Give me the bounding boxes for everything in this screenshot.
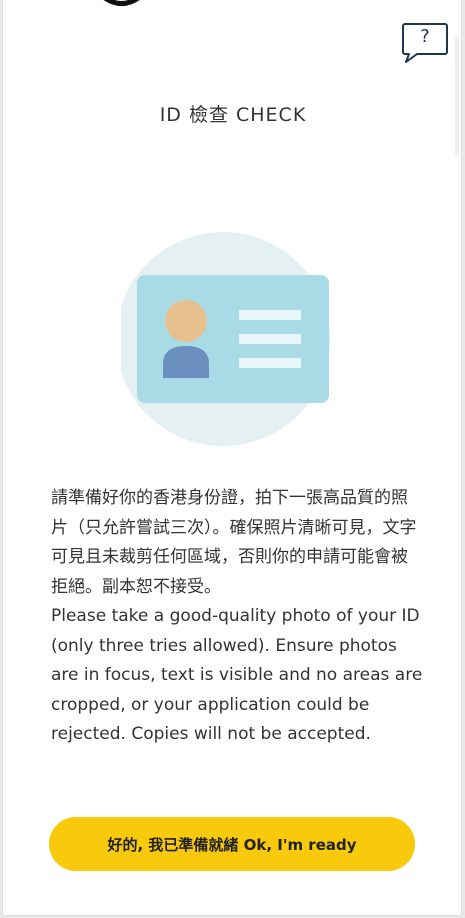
page-title: ID 檢查 CHECK: [159, 104, 307, 126]
card-line-2: [239, 334, 301, 344]
instructions-chinese: 請準備好你的香港身份證，拍下一張高品質的照片（只允許嘗試三次）。確保照片清晰可見…: [51, 488, 417, 597]
avatar-body: [163, 346, 209, 378]
card-line-3: [239, 358, 301, 368]
help-button[interactable]: ?: [401, 22, 449, 64]
id-check-screen: ? ID 檢查 CHECK 請準備好你的香港身份證，拍下一張高品質的照片（只允許…: [2, 0, 462, 916]
instructions-english: Please take a good-quality photo of your…: [51, 606, 423, 744]
scrollbar[interactable]: [455, 36, 459, 156]
id-card-illustration: [116, 232, 341, 446]
card-line-1: [239, 310, 301, 320]
cropped-top-glyph: [103, 0, 140, 6]
instructions-text: 請準備好你的香港身份證，拍下一張高品質的照片（只允許嘗試三次）。確保照片清晰可見…: [51, 484, 423, 750]
avatar-head: [165, 300, 207, 342]
question-mark-icon: ?: [420, 26, 430, 47]
ok-ready-button[interactable]: 好的, 我已準備就緒 Ok, I'm ready: [49, 817, 415, 871]
